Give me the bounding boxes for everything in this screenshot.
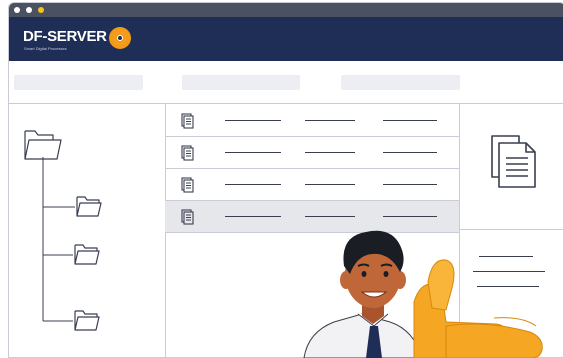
- logo-text: DF-SERVER: [23, 28, 107, 45]
- toolbar-field-3[interactable]: [341, 75, 460, 90]
- close-dot[interactable]: [14, 7, 20, 13]
- documents-icon: [491, 135, 536, 188]
- title-bar: [9, 3, 563, 17]
- app-header: DF-SERVER Smart Digital Processes: [9, 17, 563, 61]
- preview-thumbnail: [459, 103, 563, 230]
- toolbar-field-1[interactable]: [14, 75, 143, 90]
- folder-icon[interactable]: [76, 196, 102, 217]
- toolbar: [9, 61, 563, 104]
- document-icon: [181, 113, 194, 129]
- eye-logo-icon: [109, 27, 131, 49]
- person-illustration: [303, 230, 543, 358]
- list-item[interactable]: [165, 169, 459, 201]
- minimize-dot[interactable]: [26, 7, 32, 13]
- document-icon: [181, 145, 194, 161]
- document-icon: [181, 209, 194, 225]
- document-icon: [181, 177, 194, 193]
- toolbar-field-2[interactable]: [182, 75, 300, 90]
- folder-open-icon[interactable]: [24, 130, 62, 160]
- logo-tagline: Smart Digital Processes: [24, 46, 67, 51]
- folder-tree: [24, 130, 102, 331]
- folder-icon[interactable]: [74, 310, 100, 331]
- folder-tree-panel: [9, 103, 166, 357]
- list-item[interactable]: [165, 137, 459, 169]
- list-item[interactable]: [165, 105, 459, 137]
- folder-icon[interactable]: [74, 244, 100, 265]
- maximize-dot[interactable]: [38, 7, 44, 13]
